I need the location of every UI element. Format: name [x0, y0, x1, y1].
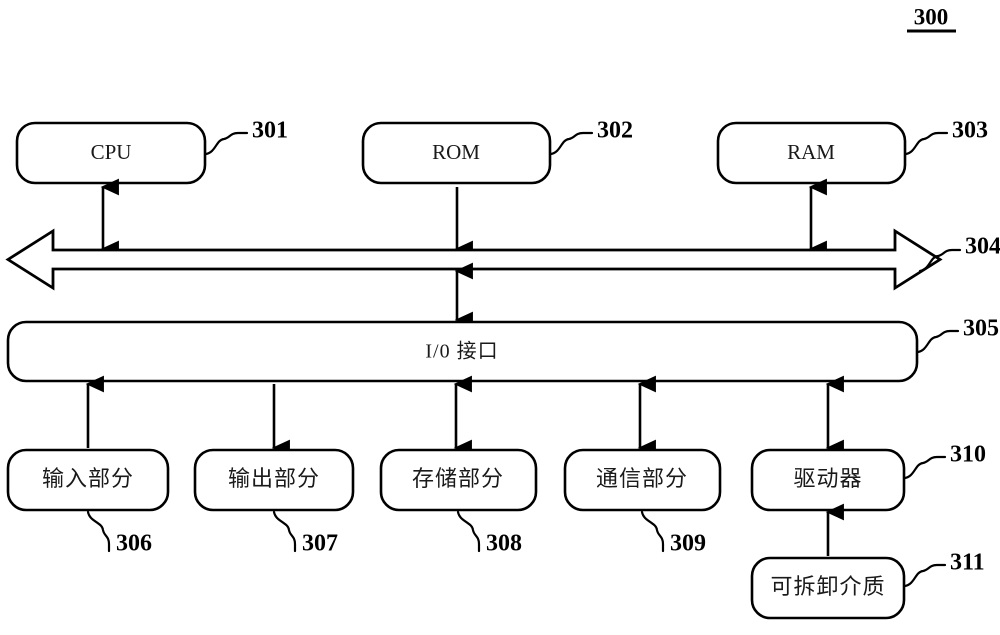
- leader-310: 310: [903, 442, 986, 480]
- node-ram-label: RAM: [787, 140, 835, 164]
- node-storage-part-label: 存储部分: [412, 466, 504, 491]
- node-io-interface[interactable]: I/0 接口: [6, 320, 919, 383]
- leader-301: 301: [204, 118, 288, 156]
- node-removable-media-label: 可拆卸介质: [770, 574, 885, 599]
- node-rom[interactable]: ROM: [361, 121, 552, 185]
- node-cpu-label: CPU: [91, 140, 132, 164]
- ref-number-301: 301: [252, 118, 288, 144]
- node-driver[interactable]: 驱动器: [750, 448, 906, 512]
- diagram-canvas: 300 CPU 301 ROM 302 RAM 303 304 I/0 接口 3…: [5, 4, 1000, 620]
- leader-307: 307: [272, 510, 338, 557]
- node-output-part-label: 输出部分: [228, 466, 320, 491]
- leader-303: 303: [904, 118, 988, 156]
- node-removable-media[interactable]: 可拆卸介质: [750, 556, 906, 620]
- node-bus[interactable]: [5, 228, 943, 291]
- leader-309: 309: [640, 510, 706, 557]
- node-input-part-label: 输入部分: [42, 466, 134, 491]
- leader-306: 306: [86, 510, 152, 557]
- ref-number-310: 310: [950, 442, 986, 468]
- ref-number-311: 311: [950, 550, 985, 576]
- node-bus-shape[interactable]: [5, 228, 943, 291]
- node-cpu[interactable]: CPU: [15, 121, 207, 185]
- leader-305: 305: [916, 316, 999, 354]
- figure-number-text: 300: [914, 4, 949, 29]
- node-io-interface-label: I/0 接口: [425, 340, 498, 363]
- node-output-part[interactable]: 输出部分: [193, 448, 355, 512]
- leader-311: 311: [903, 550, 985, 588]
- ref-number-309: 309: [670, 531, 706, 557]
- ref-number-304: 304: [965, 234, 1000, 260]
- node-comm-part[interactable]: 通信部分: [563, 448, 722, 512]
- node-storage-part[interactable]: 存储部分: [379, 448, 538, 512]
- ref-number-307: 307: [302, 531, 338, 557]
- leader-308: 308: [456, 510, 522, 557]
- ref-number-308: 308: [486, 531, 522, 557]
- node-rom-label: ROM: [432, 140, 480, 164]
- ref-number-306: 306: [116, 531, 152, 557]
- node-driver-label: 驱动器: [793, 466, 862, 491]
- ref-number-305: 305: [963, 316, 999, 342]
- patent-figure-300: 300 CPU 301 ROM 302 RAM 303 304 I/0 接口 3…: [0, 0, 1000, 635]
- ref-number-303: 303: [952, 118, 988, 144]
- node-ram[interactable]: RAM: [716, 121, 907, 185]
- node-comm-part-label: 通信部分: [596, 466, 688, 491]
- ref-number-302: 302: [597, 118, 633, 144]
- leader-302: 302: [549, 118, 633, 156]
- figure-number: 300: [907, 4, 956, 33]
- node-input-part[interactable]: 输入部分: [6, 448, 170, 512]
